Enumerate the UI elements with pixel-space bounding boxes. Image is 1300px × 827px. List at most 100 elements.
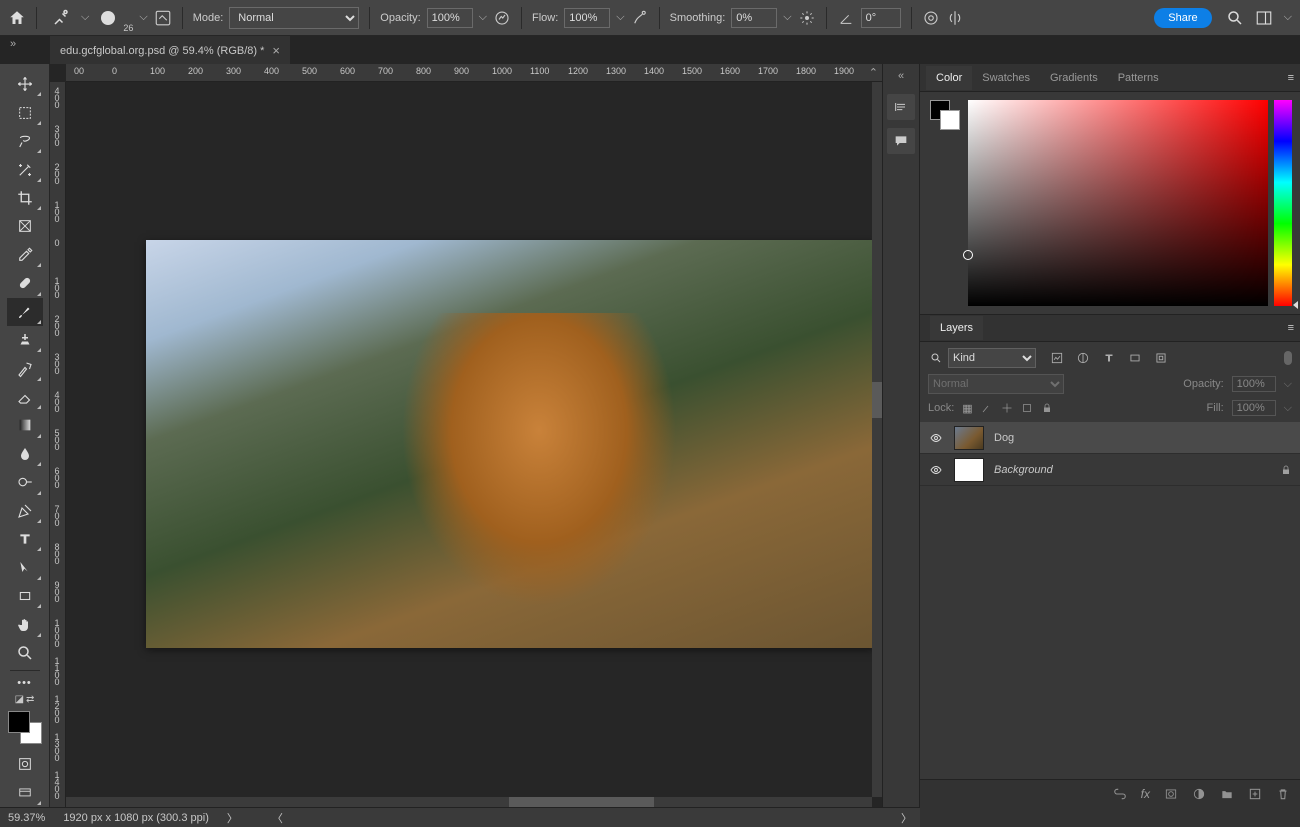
swap-colors-icon[interactable]: ⇄ xyxy=(26,694,34,705)
tab-gradients[interactable]: Gradients xyxy=(1040,66,1108,90)
layer-thumbnail[interactable] xyxy=(954,426,984,450)
lock-position-icon[interactable] xyxy=(1001,402,1013,414)
brush-dropdown-icon[interactable]: ⌵ xyxy=(81,11,89,24)
rectangle-tool[interactable] xyxy=(7,582,43,610)
expand-panels-icon[interactable]: » xyxy=(10,38,16,50)
color-picker-cursor[interactable] xyxy=(963,250,973,260)
ruler-scroll-icon[interactable]: ⌃ xyxy=(869,66,878,79)
status-prev-icon[interactable]: 〈 xyxy=(272,810,283,826)
canvas[interactable] xyxy=(66,82,872,797)
clone-stamp-tool[interactable] xyxy=(7,326,43,354)
lock-all-icon[interactable] xyxy=(1041,402,1053,414)
close-tab-icon[interactable]: × xyxy=(272,43,280,58)
flow-dropdown-icon[interactable]: ⌵ xyxy=(616,11,624,24)
opacity-input[interactable] xyxy=(427,8,473,28)
workspace-dropdown-icon[interactable]: ⌵ xyxy=(1284,11,1292,24)
workspace-icon[interactable] xyxy=(1250,9,1278,27)
airbrush-icon[interactable] xyxy=(631,9,649,27)
comments-panel-icon[interactable] xyxy=(887,128,915,154)
filter-smart-icon[interactable] xyxy=(1152,349,1170,367)
ruler-vertical[interactable]: 4003002001000100200300400500600700800900… xyxy=(50,82,66,807)
brush-size-dropdown-icon[interactable]: ⌵ xyxy=(139,11,147,24)
healing-tool[interactable] xyxy=(7,269,43,297)
panel-menu-icon[interactable]: ≡ xyxy=(1288,72,1294,84)
lock-pixels-icon[interactable] xyxy=(981,402,993,414)
pressure-size-icon[interactable] xyxy=(922,9,940,27)
marquee-tool[interactable] xyxy=(7,98,43,126)
search-icon[interactable] xyxy=(1226,9,1244,27)
layer-filter-select[interactable]: Kind xyxy=(948,348,1036,368)
lock-artboard-icon[interactable] xyxy=(1021,402,1033,414)
share-button[interactable]: Share xyxy=(1154,8,1211,28)
symmetry-icon[interactable] xyxy=(946,9,964,27)
group-icon[interactable] xyxy=(1220,787,1234,801)
pressure-opacity-icon[interactable] xyxy=(493,9,511,27)
layer-name[interactable]: Dog xyxy=(994,432,1014,444)
edit-toolbar-icon[interactable]: ••• xyxy=(7,674,43,692)
zoom-tool[interactable] xyxy=(7,639,43,667)
delete-layer-icon[interactable] xyxy=(1276,787,1290,801)
layer-row[interactable]: Dog xyxy=(920,422,1300,454)
opacity-dropdown-icon[interactable]: ⌵ xyxy=(479,11,487,24)
pen-tool[interactable] xyxy=(7,497,43,525)
hue-slider[interactable] xyxy=(1274,100,1292,306)
filter-type-icon[interactable] xyxy=(1100,349,1118,367)
lasso-tool[interactable] xyxy=(7,127,43,155)
status-info-icon[interactable]: 〉 xyxy=(227,810,238,826)
dropdown-icon[interactable]: ⌵ xyxy=(1284,402,1292,415)
properties-panel-icon[interactable] xyxy=(887,94,915,120)
brush-preset-icon[interactable] xyxy=(47,9,75,27)
layer-blend-select[interactable]: Normal xyxy=(928,374,1064,394)
dropdown-icon[interactable]: ⌵ xyxy=(1284,378,1292,391)
document-tab[interactable]: edu.gcfglobal.org.psd @ 59.4% (RGB/8) * … xyxy=(50,36,290,64)
foreground-color[interactable] xyxy=(8,711,30,733)
layer-thumbnail[interactable] xyxy=(954,458,984,482)
smoothing-input[interactable] xyxy=(731,8,777,28)
smoothing-options-icon[interactable] xyxy=(798,9,816,27)
fill-value[interactable]: 100% xyxy=(1232,400,1276,416)
filter-image-icon[interactable] xyxy=(1048,349,1066,367)
zoom-value[interactable]: 59.37% xyxy=(8,812,45,824)
dodge-tool[interactable] xyxy=(7,468,43,496)
crop-tool[interactable] xyxy=(7,184,43,212)
angle-icon[interactable] xyxy=(837,9,855,27)
blur-tool[interactable] xyxy=(7,440,43,468)
filter-toggle-icon[interactable] xyxy=(1284,351,1292,365)
layer-row[interactable]: Background xyxy=(920,454,1300,486)
default-colors-icon[interactable]: ◪ xyxy=(15,694,24,705)
tab-layers[interactable]: Layers xyxy=(930,316,983,340)
move-tool[interactable] xyxy=(7,70,43,98)
magic-wand-tool[interactable] xyxy=(7,155,43,183)
type-tool[interactable] xyxy=(7,525,43,553)
color-panel-swatches[interactable] xyxy=(928,100,962,306)
adjustment-layer-icon[interactable] xyxy=(1192,787,1206,801)
tab-color[interactable]: Color xyxy=(926,66,972,90)
color-spectrum[interactable] xyxy=(968,100,1268,306)
scrollbar-thumb[interactable] xyxy=(509,797,654,807)
eyedropper-tool[interactable] xyxy=(7,241,43,269)
angle-input[interactable] xyxy=(861,8,901,28)
tab-swatches[interactable]: Swatches xyxy=(972,66,1040,90)
brush-panel-icon[interactable] xyxy=(154,9,172,27)
quick-mask-icon[interactable] xyxy=(7,750,43,778)
hue-marker[interactable] xyxy=(1293,301,1298,309)
eraser-tool[interactable] xyxy=(7,383,43,411)
history-brush-tool[interactable] xyxy=(7,354,43,382)
layer-fx-icon[interactable]: fx xyxy=(1141,787,1150,801)
scrollbar-thumb[interactable] xyxy=(872,382,882,418)
layer-name[interactable]: Background xyxy=(994,464,1053,476)
brush-size-preview[interactable] xyxy=(95,9,121,27)
layer-mask-icon[interactable] xyxy=(1164,787,1178,801)
screen-mode-icon[interactable] xyxy=(7,779,43,807)
frame-tool[interactable] xyxy=(7,212,43,240)
collapse-arrow-icon[interactable]: « xyxy=(898,70,904,82)
filter-shape-icon[interactable] xyxy=(1126,349,1144,367)
lock-icon[interactable] xyxy=(1280,464,1292,476)
search-icon[interactable] xyxy=(930,352,942,364)
color-swatches[interactable] xyxy=(8,711,42,744)
scrollbar-horizontal[interactable] xyxy=(66,797,872,807)
brush-tool[interactable] xyxy=(7,298,43,326)
scrollbar-vertical[interactable] xyxy=(872,82,882,797)
visibility-icon[interactable] xyxy=(928,464,944,476)
home-icon[interactable] xyxy=(8,9,26,27)
